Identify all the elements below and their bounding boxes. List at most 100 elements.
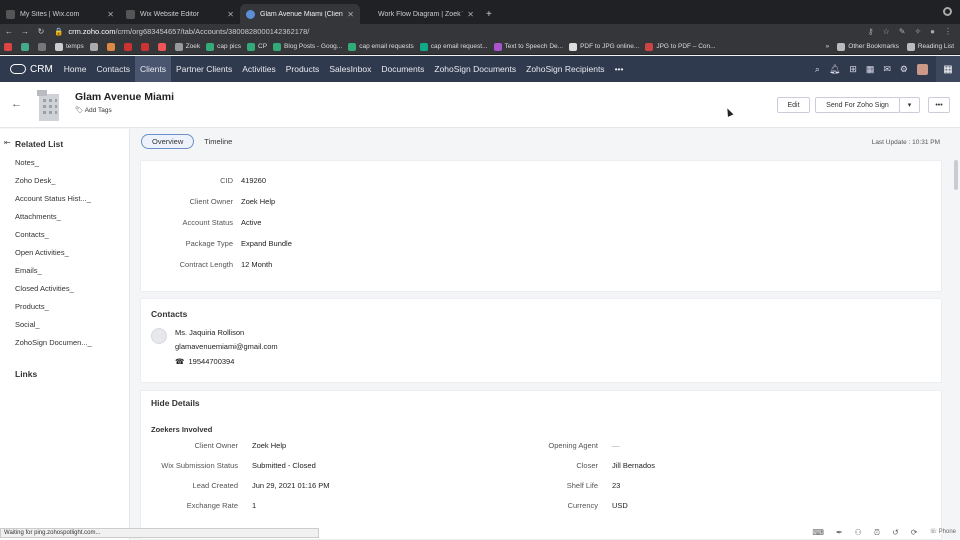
new-tab-button[interactable]: + — [480, 4, 498, 24]
star-icon[interactable]: ☆ — [883, 27, 890, 36]
phone-button[interactable]: ☏ Phone — [929, 528, 956, 538]
browser-tab[interactable]: My Sites | Wix.com ✕ — [0, 4, 120, 24]
page-scrollbar[interactable] — [954, 160, 958, 190]
profile-icon[interactable]: ● — [930, 27, 935, 36]
related-list-item[interactable]: Account Status Hist..._ — [15, 194, 92, 212]
pen-icon[interactable]: ✎ — [899, 27, 906, 36]
related-list-item[interactable]: Contacts_ — [15, 230, 92, 248]
apps-grid-icon[interactable]: ▦ — [936, 56, 960, 82]
related-list-item[interactable]: Zoho Desk_ — [15, 176, 92, 194]
bell-icon[interactable]: 🔔︎ — [829, 64, 840, 75]
mail-icon[interactable]: ✉ — [883, 64, 891, 75]
tab-search-icon[interactable] — [943, 7, 952, 16]
bookmark-icon[interactable] — [140, 42, 152, 51]
related-list-item[interactable]: Open Activities_ — [15, 248, 92, 266]
wix-favicon-icon — [6, 9, 15, 19]
back-arrow-icon[interactable]: ← — [11, 98, 22, 110]
related-list-item[interactable]: Attachments_ — [15, 212, 92, 230]
nav-more[interactable]: ••• — [610, 56, 629, 82]
close-tab-icon[interactable]: ✕ — [467, 10, 474, 19]
related-list-item[interactable]: Emails_ — [15, 266, 92, 284]
related-list-item[interactable]: Closed Activities_ — [15, 284, 92, 302]
related-list-item[interactable]: ZohoSign Documen..._ — [15, 338, 92, 356]
close-tab-icon[interactable]: ✕ — [227, 10, 234, 19]
refresh-icon[interactable]: ⟳ — [911, 528, 918, 538]
bookmark-icon[interactable] — [21, 42, 32, 51]
bookmark-cp[interactable]: CP — [247, 42, 267, 51]
contact-email[interactable]: glamavenuemiami@gmail.com — [175, 342, 278, 351]
bookmark-jpg-to-pdf[interactable]: JPG to PDF – Con... — [645, 42, 716, 51]
alarm-icon[interactable]: ⏰︎ — [874, 528, 880, 538]
avatar[interactable] — [917, 63, 928, 75]
feather-icon[interactable]: ✒ — [836, 528, 843, 538]
more-bookmarks-icon[interactable]: » — [826, 43, 830, 51]
bookmark-zoek[interactable]: Zoek — [174, 42, 200, 51]
nav-salesinbox[interactable]: SalesInbox — [324, 56, 376, 82]
reading-list[interactable]: Reading List — [906, 42, 954, 51]
nav-documents[interactable]: Documents — [376, 56, 429, 82]
forward-arrow-icon[interactable]: → — [18, 27, 32, 36]
nav-partner-clients[interactable]: Partner Clients — [171, 56, 237, 82]
bookmark-icon[interactable] — [157, 42, 169, 51]
browser-tab-active[interactable]: Glam Avenue Miami (Client) - ✕ — [240, 4, 360, 24]
bookmark-icon[interactable] — [38, 42, 49, 51]
send-options-dropdown[interactable]: ▾ — [899, 97, 920, 113]
key-icon[interactable]: ⚷ — [868, 27, 874, 36]
close-tab-icon[interactable]: ✕ — [347, 10, 354, 19]
wix-favicon-icon — [126, 9, 135, 19]
crm-logo[interactable]: CRM — [10, 64, 53, 75]
edit-button[interactable]: Edit — [777, 97, 810, 113]
nav-clients[interactable]: Clients — [135, 56, 171, 82]
nav-zohosign-documents[interactable]: ZohoSign Documents — [429, 56, 521, 82]
url-field[interactable]: 🔒 crm.zoho.com/crm/org683454657/tab/Acco… — [54, 26, 868, 38]
crm-top-nav: CRM Home Contacts Clients Partner Client… — [0, 56, 960, 82]
bookmark-temps[interactable]: temps — [55, 42, 84, 51]
close-tab-icon[interactable]: ✕ — [107, 10, 114, 19]
nav-home[interactable]: Home — [59, 56, 92, 82]
browser-tab[interactable]: Wix Website Editor ✕ — [120, 4, 240, 24]
bottom-toolbar: ⌨ ✒ ⚇ ⏰︎ ↺ ⟳ ☏ Phone — [812, 528, 956, 538]
bookmark-icon[interactable] — [123, 42, 135, 51]
calendar-icon[interactable]: ▦ — [866, 64, 875, 75]
nav-zohosign-recipients[interactable]: ZohoSign Recipients — [521, 56, 609, 82]
bookmark-blog-posts[interactable]: Blog Posts - Goog... — [273, 42, 342, 51]
gear-icon[interactable]: ⚙ — [900, 64, 908, 75]
related-list-item[interactable]: Products_ — [15, 302, 92, 320]
nav-activities[interactable]: Activities — [237, 56, 281, 82]
people-icon[interactable]: ⚇ — [855, 528, 862, 538]
hide-details-link[interactable]: Hide Details — [151, 398, 200, 408]
contact-name[interactable]: Ms. Jaquiria Rollison — [175, 328, 244, 337]
bookmark-icon[interactable] — [89, 42, 101, 51]
bookmark-icon[interactable] — [106, 42, 118, 51]
more-actions-button[interactable]: ••• — [928, 97, 950, 113]
bookmarks-bar: temps Zoek cap pics CP Blog Posts - Goog… — [0, 39, 960, 55]
tab-timeline[interactable]: Timeline — [194, 134, 242, 149]
nav-products[interactable]: Products — [281, 56, 325, 82]
bookmark-cap-email-2[interactable]: cap email request... — [419, 42, 488, 51]
apps-icon[interactable] — [4, 42, 15, 51]
tab-overview[interactable]: Overview — [141, 134, 195, 149]
menu-dots-icon[interactable]: ⋮ — [944, 27, 952, 36]
search-icon[interactable]: ⌕ — [815, 64, 820, 75]
zoho-favicon-icon — [246, 9, 255, 19]
extensions-area: ⚷ ☆ ✎ ✧ ● ⋮ — [868, 27, 952, 36]
puzzle-icon[interactable]: ✧ — [914, 27, 921, 36]
related-list-item[interactable]: Notes_ — [15, 158, 92, 176]
add-tags-link[interactable]: 🏷︎ Add Tags — [75, 106, 112, 114]
send-for-zoho-sign-button[interactable]: Send For Zoho Sign — [815, 97, 900, 113]
browser-tab[interactable]: Work Flow Diagram | Zoek Wo✕ — [360, 4, 480, 24]
reload-icon[interactable]: ↻ — [34, 27, 48, 36]
bookmark-cap-pics[interactable]: cap pics — [206, 42, 241, 51]
collapse-sidebar-icon[interactable]: ⇤ — [4, 138, 11, 147]
nav-contacts[interactable]: Contacts — [91, 56, 135, 82]
add-icon[interactable]: ⊞ — [849, 64, 857, 75]
back-arrow-icon[interactable]: ← — [2, 27, 16, 36]
bookmark-pdf-to-jpg[interactable]: PDF to JPG online... — [569, 42, 639, 51]
phone-icon: ☎ — [175, 357, 185, 366]
other-bookmarks[interactable]: Other Bookmarks — [837, 42, 899, 51]
history-icon[interactable]: ↺ — [892, 528, 899, 538]
gamepad-icon[interactable]: ⌨ — [812, 528, 824, 538]
related-list-item[interactable]: Social_ — [15, 320, 92, 338]
bookmark-text-to-speech[interactable]: Text to Speech De... — [493, 42, 563, 51]
bookmark-cap-email[interactable]: cap email requests — [348, 42, 414, 51]
